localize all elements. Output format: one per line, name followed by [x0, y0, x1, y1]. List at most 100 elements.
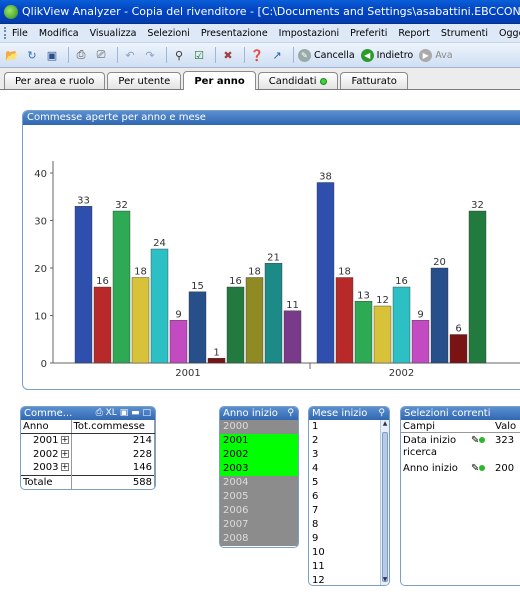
bar[interactable] [131, 277, 150, 364]
list-item[interactable]: 2000 [220, 420, 298, 434]
open-folder-icon[interactable]: 📂 [4, 47, 20, 63]
bar[interactable] [74, 206, 93, 364]
vertical-scrollbar[interactable]: ▲ ▼ [380, 420, 389, 585]
bar[interactable] [316, 182, 335, 364]
avanti-button[interactable]: ▶ Ava [419, 48, 453, 62]
search-icon[interactable]: ⚲ [171, 47, 187, 63]
list-item[interactable]: 10 [309, 546, 380, 560]
minimize-icon[interactable]: ▬ [131, 408, 140, 418]
list-item[interactable]: 2005 [220, 490, 298, 504]
list-item[interactable]: 6 [309, 490, 380, 504]
print-icon[interactable]: ⎙ [73, 47, 89, 63]
bar[interactable] [392, 286, 411, 364]
tools-icon[interactable]: ✖ [220, 47, 236, 63]
indietro-button[interactable]: ◀ Indietro [360, 48, 413, 62]
bar[interactable] [354, 301, 373, 364]
list-item[interactable]: 7 [309, 504, 380, 518]
expand-icon[interactable]: + [60, 463, 69, 472]
tab-fatturato[interactable]: Fatturato [340, 72, 408, 89]
column-header-anno[interactable]: Anno [21, 420, 72, 434]
search-icon[interactable]: ⚲ [287, 407, 294, 420]
print-icon[interactable]: ⎙ [96, 408, 103, 418]
undo-icon[interactable]: ↶ [122, 47, 138, 63]
table-row[interactable]: 2003 + 146 [21, 461, 155, 475]
bar[interactable] [226, 286, 245, 364]
restore-icon[interactable]: ▣ [120, 408, 129, 418]
tab-per-utente[interactable]: Per utente [107, 72, 182, 89]
list-item[interactable]: 2003 [220, 462, 298, 476]
listbox-mese-inizio[interactable]: Mese inizio ⚲ 1 2 3 4 5 6 7 8 9 10 11 12 ▲ ▼ [308, 406, 390, 586]
expand-icon[interactable]: + [60, 449, 69, 458]
scroll-up-icon[interactable]: ▲ [381, 420, 389, 429]
chart-commesse[interactable]: Commesse aperte per anno e mese 0 10 20 30 4… [22, 110, 520, 390]
list-item[interactable]: 2006 [220, 504, 298, 518]
eraser-icon[interactable]: ✎ [471, 463, 495, 474]
bar[interactable] [112, 210, 131, 364]
table-row[interactable]: 2002 + 228 [21, 447, 155, 461]
menu-visualizza[interactable]: Visualizza [90, 28, 137, 39]
bar[interactable] [169, 320, 188, 364]
eraser-icon[interactable]: ✎ [471, 435, 495, 459]
expand-icon[interactable]: + [60, 435, 69, 444]
search-icon[interactable]: ⚲ [378, 407, 385, 420]
bar[interactable] [468, 210, 487, 364]
checkbox-icon[interactable]: ☑ [191, 47, 207, 63]
table-row[interactable]: 2001 + 214 [21, 433, 155, 447]
list-item[interactable]: 11 [309, 560, 380, 574]
list-item[interactable]: 3 [309, 448, 380, 462]
column-header-tot-commesse[interactable]: Tot.commesse [71, 420, 155, 434]
redo-icon[interactable]: ↷ [142, 47, 158, 63]
list-item[interactable]: 2002 [220, 448, 298, 462]
list-item[interactable]: 9 [309, 532, 380, 546]
bar[interactable] [264, 263, 283, 364]
bar[interactable] [430, 267, 449, 364]
list-item[interactable]: 2008 [220, 532, 298, 546]
bar[interactable] [449, 334, 468, 364]
list-item[interactable]: 2 [309, 434, 380, 448]
bar[interactable] [207, 358, 226, 364]
bar[interactable] [150, 248, 169, 364]
menu-file[interactable]: File [12, 28, 28, 39]
menu-oggetto[interactable]: Oggetto [499, 28, 520, 39]
bar[interactable] [245, 277, 264, 364]
menu-impostazioni[interactable]: Impostazioni [279, 28, 340, 39]
bar[interactable] [188, 291, 207, 364]
list-item[interactable]: 5 [309, 476, 380, 490]
context-help-icon[interactable]: ↗ [269, 47, 285, 63]
anno-cell[interactable]: 2002 + [21, 447, 72, 461]
excel-icon[interactable]: XL [106, 408, 117, 418]
anno-cell[interactable]: 2001 + [21, 433, 72, 447]
list-item[interactable]: 8 [309, 518, 380, 532]
reload-icon[interactable]: ↻ [24, 47, 40, 63]
save-icon[interactable]: ▣ [44, 47, 60, 63]
scroll-thumb[interactable] [382, 432, 388, 582]
menu-preferiti[interactable]: Preferiti [350, 28, 387, 39]
cancella-button[interactable]: ✎ Cancella [298, 48, 355, 62]
table-commesse-box[interactable]: Comme... ⎙ XL ▣ ▬ □ Anno Tot.commesse 20… [20, 406, 156, 490]
bar[interactable] [373, 305, 392, 364]
menu-presentazione[interactable]: Presentazione [201, 28, 268, 39]
maximize-icon[interactable]: □ [142, 408, 151, 418]
tab-candidati[interactable]: Candidati [257, 72, 339, 89]
bar[interactable] [335, 277, 354, 364]
menu-modifica[interactable]: Modifica [39, 28, 79, 39]
list-item[interactable]: 12 [309, 574, 380, 585]
bar[interactable] [411, 320, 430, 364]
list-item[interactable]: 2007 [220, 518, 298, 532]
scroll-down-icon[interactable]: ▼ [381, 576, 389, 585]
help-icon[interactable]: ❓ [249, 47, 265, 63]
table-caption-icons[interactable]: ⎙ XL ▣ ▬ □ [96, 407, 151, 420]
selection-row[interactable]: Data inizio ricerca ✎ 323 [401, 435, 520, 459]
print-pdf-icon[interactable]: ⎚ [93, 47, 109, 63]
list-item[interactable]: 4 [309, 462, 380, 476]
tab-per-anno[interactable]: Per anno [183, 71, 256, 90]
selection-row[interactable]: Anno inizio ✎ 200 [401, 463, 520, 474]
bar[interactable] [93, 286, 112, 364]
menu-report[interactable]: Report [398, 28, 430, 39]
tab-per-area-e-ruolo[interactable]: Per area e ruolo [4, 72, 106, 89]
bar[interactable] [283, 310, 302, 364]
listbox-anno-inizio[interactable]: Anno inizio ⚲ 2000 2001 2002 2003 2004 2005 20… [219, 406, 299, 548]
current-selections-box[interactable]: Selezioni correnti Campi Valo Data inizi… [400, 406, 520, 586]
list-item[interactable]: 2004 [220, 476, 298, 490]
anno-cell[interactable]: 2003 + [21, 461, 72, 475]
